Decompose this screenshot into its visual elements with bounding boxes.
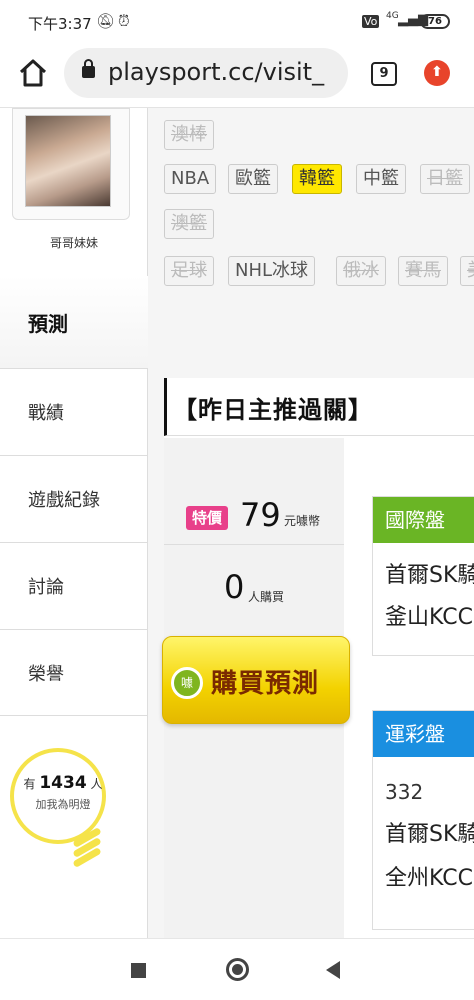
category-chip[interactable]: 賽馬 [398,256,448,286]
divider [164,544,344,545]
profile-name[interactable]: 哥哥妹妹 [0,234,148,251]
sports-lottery-card[interactable]: 運彩盤 332 首爾SK騎 全州KCC [372,710,474,930]
coin-icon: 噱 [171,667,203,699]
sidebar-item-discussion[interactable]: 討論 [0,542,148,629]
avatar[interactable] [25,115,111,207]
price-value: 79 [240,496,281,534]
panel-title: 【昨日主推過關】 [173,396,373,424]
card-header: 國際盤 [373,497,474,543]
category-chip[interactable]: 美 [460,256,474,286]
status-time: 下午3:37 [28,15,92,33]
price-currency: 元噱幣 [284,514,321,528]
special-price-badge: 特價 [186,506,228,530]
sidebar-item-predictions[interactable]: 預測 [0,276,148,368]
fans-count-line: 有 1434 人 [20,773,106,793]
sidebar: 哥哥妹妹 預測 戰績 遊戲紀錄 討論 榮譽 有 1434 人 加我為明燈 [0,108,148,938]
tab-switcher-button[interactable]: 9 [371,62,397,86]
profile-card[interactable] [12,108,130,220]
team-home: 首爾SK騎 [385,822,474,847]
sidebar-item-label: 討論 [28,577,64,598]
buyers-count: 0 [224,568,245,606]
recents-icon[interactable] [131,963,146,978]
fans-prefix: 有 [23,777,36,791]
team-home: 首爾SK騎 [385,563,474,588]
international-odds-card[interactable]: 國際盤 首爾SK騎 釜山KCC [372,496,474,656]
volte-icon: Vo [362,15,380,28]
url-text[interactable]: playsport.cc/visit_ [108,58,342,86]
panel-title-bar: 【昨日主推過關】 [164,378,474,436]
sidebar-item-label: 戰績 [28,403,64,424]
sidebar-item-honors[interactable]: 榮譽 [0,629,148,716]
network-type: 4G [386,11,399,21]
update-arrow-icon[interactable]: ⬆ [424,60,450,86]
category-chip[interactable]: 韓籃 [292,164,342,194]
buy-prediction-button[interactable]: 噱 購買預測 [162,636,350,724]
category-chip[interactable]: NHL冰球 [228,256,316,286]
buy-button-label: 購買預測 [211,669,320,699]
card-header: 運彩盤 [373,711,474,757]
category-chip[interactable]: 日籃 [420,164,470,194]
browser-toolbar: playsport.cc/visit_ 9 ⬆ [0,44,474,108]
lock-icon [82,59,95,78]
category-chip[interactable]: 澳籃 [164,209,214,239]
category-chip[interactable]: 足球 [164,256,214,286]
team-away: 釜山KCC [385,605,473,630]
home-circle-icon[interactable] [226,958,249,981]
sidebar-item-label: 榮譽 [28,664,64,685]
category-chip[interactable]: 中籃 [356,164,406,194]
back-icon[interactable] [326,961,340,979]
system-nav-bar [0,938,474,1000]
status-bar: 下午3:37 🔕︎ ⏰︎ Vo 4G ▂▄▆ 76 [0,0,474,44]
battery-icon: 76 [420,14,450,29]
lightbulb-base-icon [72,826,102,870]
sidebar-item-label: 遊戲紀錄 [28,490,100,511]
fans-count: 1434 [39,773,87,793]
main-content: 澳棒 NBA 歐籃 韓籃 中籃 日籃 澳籃 足球 NHL冰球 俄冰 賽馬 美 【… [148,108,474,938]
mute-icon: 🔕︎ [96,12,116,30]
game-number: 332 [385,780,424,804]
home-icon[interactable] [18,58,48,88]
category-chip[interactable]: 俄冰 [336,256,386,286]
sidebar-item-label: 預測 [28,312,68,336]
team-away: 全州KCC [385,866,473,891]
category-chip[interactable]: 歐籃 [228,164,278,194]
fans-suffix: 人 [90,777,103,791]
sidebar-item-game-log[interactable]: 遊戲紀錄 [0,455,148,542]
sidebar-item-record[interactable]: 戰績 [0,368,148,455]
category-chip[interactable]: 澳棒 [164,120,214,150]
alarm-icon: ⏰︎ [118,12,130,30]
follow-cta[interactable]: 加我為明燈 [20,796,106,812]
buyers-label: 人購買 [248,590,285,604]
category-chip[interactable]: NBA [164,164,217,194]
